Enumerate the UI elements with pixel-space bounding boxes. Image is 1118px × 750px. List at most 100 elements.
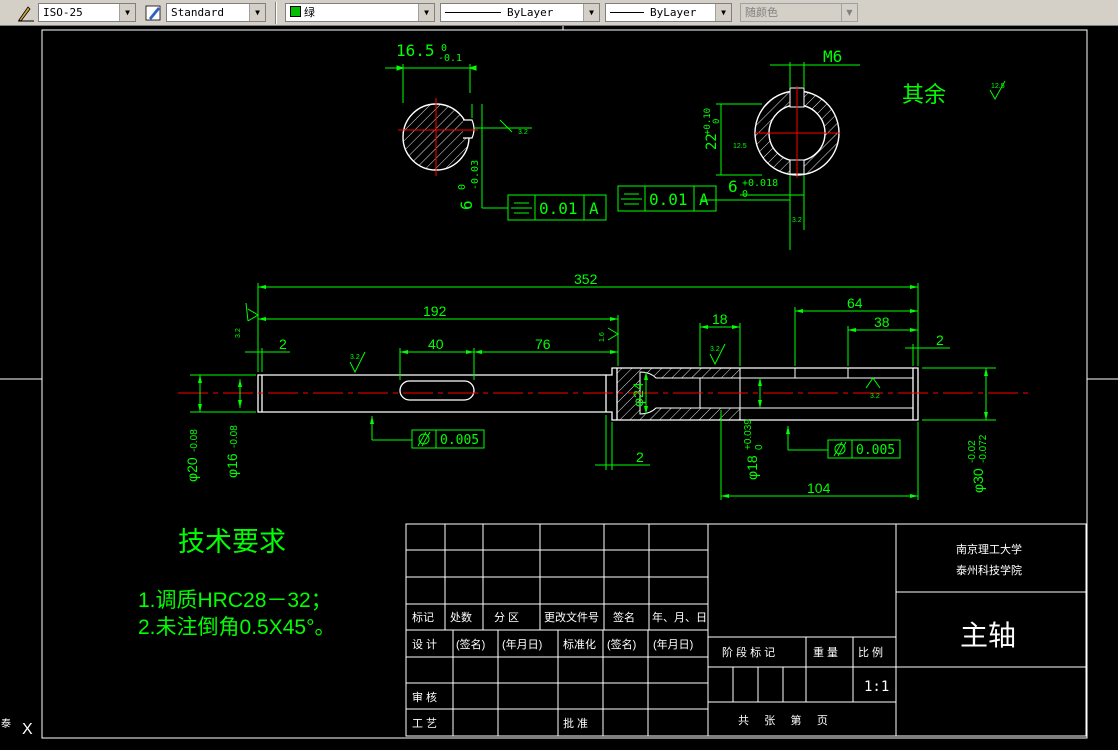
thread-label: M6 — [823, 47, 842, 66]
roughness-shaft-a: 3.2 — [235, 328, 242, 338]
dim-76: 76 — [535, 336, 551, 352]
requirement-1: 1.调质HRC28－32； — [138, 589, 332, 612]
dim-phi16-tol: -0.08 — [229, 425, 240, 448]
tb-date: 年、月、日 — [652, 610, 707, 624]
dim-keyway-depth-tol-up: 0 — [457, 184, 468, 190]
dim-phi20-tol: -0.08 — [189, 429, 200, 452]
roughness-shaft-e: 3.2 — [870, 393, 880, 400]
dim-keyway-depth: 6 — [457, 200, 476, 210]
dim-phi18-tol-low: 0 — [754, 444, 765, 450]
tb-standard: 标准化 — [563, 637, 596, 651]
tb-stage: 阶 段 标 记 — [722, 645, 775, 659]
dim-phi20: φ20 — [184, 457, 200, 482]
dim-phi30-tol-up: -0.02 — [967, 440, 978, 463]
lineweight-select[interactable]: ByLayer ▼ — [605, 3, 732, 22]
svg-text:A: A — [589, 199, 599, 218]
symmetry-frame-b: 0.01 A — [617, 185, 717, 212]
cylindricity-frame-2: 0.005 — [827, 439, 901, 459]
dim-keyway-width-b: 6 — [728, 177, 738, 196]
tb-approve: 批 准 — [563, 716, 588, 730]
linetype-preview-icon — [445, 12, 501, 13]
symmetry-icon — [621, 193, 642, 205]
dim-keyway-width-tol-low: -0.1 — [438, 53, 462, 64]
chevron-down-icon[interactable]: ▼ — [119, 4, 135, 21]
dimension-style-icon[interactable] — [16, 3, 36, 23]
lineweight-preview-icon — [610, 12, 644, 13]
tb-part-name: 主轴 — [960, 620, 1016, 651]
chevron-down-icon[interactable]: ▼ — [418, 4, 434, 21]
roughness-shaft-c: 3.2 — [350, 354, 360, 361]
requirements-title: 技术要求 — [178, 527, 286, 557]
drawing-canvas[interactable]: X 泰 16.5 0 -0.1 6 0 -0.03 3.2 0.01 A M6 … — [0, 26, 1118, 750]
dim-phi30-tol-low: -0.072 — [978, 434, 989, 463]
textstyle-select[interactable]: Standard ▼ — [166, 3, 266, 22]
chevron-down-icon[interactable]: ▼ — [583, 4, 599, 21]
dim-192: 192 — [423, 303, 447, 319]
dim-phi18-tol-up: +0.039 — [743, 419, 754, 450]
tb-sheets: 共 张 第 页 — [738, 713, 828, 727]
svg-text:其余: 其余 — [902, 82, 946, 107]
plotstyle-select: 随颜色 ▼ — [740, 3, 858, 22]
chevron-down-icon[interactable]: ▼ — [715, 4, 731, 21]
tb-count: 处数 — [450, 611, 472, 624]
dim-18: 18 — [712, 311, 728, 327]
layer-select[interactable]: 绿 ▼ — [285, 3, 435, 22]
dim-38: 38 — [874, 314, 890, 330]
svg-text:0.01: 0.01 — [539, 199, 578, 218]
dim-phi24: φ24 — [630, 382, 646, 407]
cylindricity-frame-1: 0.005 — [411, 429, 485, 449]
tb-review: 审 核 — [412, 690, 437, 704]
chevron-down-icon[interactable]: ▼ — [249, 4, 265, 21]
tb-sign: 签名 — [613, 610, 635, 624]
tb-weight: 重 量 — [813, 645, 838, 659]
rest-roughness: 其余 12.5 — [902, 80, 1006, 107]
cylindricity-icon — [833, 441, 847, 457]
ucs-label: 泰 — [1, 717, 11, 730]
ucs-x-icon: X — [22, 721, 33, 738]
dim-2-left: 2 — [279, 336, 287, 352]
chevron-down-icon: ▼ — [841, 4, 857, 21]
tb-scale-value: 1:1 — [864, 679, 889, 695]
symmetry-icon — [511, 202, 532, 214]
section-b[interactable]: M6 22 +0.10 0 6 +0.018 0 12.5 3.2 0.01 A — [617, 47, 860, 250]
dim-keyway-depth-tol-low: -0.03 — [470, 160, 481, 190]
tb-standard-sign: (签名) — [607, 637, 636, 651]
svg-text:0.005: 0.005 — [856, 443, 895, 458]
linetype-select[interactable]: ByLayer ▼ — [440, 3, 600, 22]
cylindricity-icon — [417, 431, 431, 447]
dim-64: 64 — [847, 295, 863, 311]
dim-phi18: φ18 — [744, 455, 760, 480]
dim-104: 104 — [807, 480, 831, 496]
dim-keyway-width-b-tol-up: +0.018 — [742, 178, 778, 189]
tb-process: 工 艺 — [412, 717, 437, 730]
symmetry-frame-a: 0.01 A — [507, 194, 607, 221]
dim-2-right: 2 — [936, 332, 944, 348]
tb-design-date: (年月日) — [502, 637, 542, 651]
dim-phi30: φ30 — [970, 468, 986, 493]
dim-keyway-width-b-tol-low: 0 — [742, 189, 748, 200]
dim-phi16: φ16 — [224, 453, 240, 478]
dim-keyway-width: 16.5 — [396, 41, 435, 60]
title-block[interactable]: 标记 处数 分 区 更改文件号 签名 年、月、日 设 计 (签名) (年月日) … — [405, 523, 1087, 737]
dimstyle-select[interactable]: ISO-25 ▼ — [38, 3, 136, 22]
text-style-icon[interactable] — [144, 3, 164, 23]
tb-scale: 比 例 — [858, 645, 883, 659]
tb-school-1: 南京理工大学 — [956, 542, 1022, 556]
tb-school-2: 泰州科技学院 — [956, 563, 1022, 577]
svg-text:0.01: 0.01 — [649, 190, 688, 209]
shaft-main-view[interactable]: 3.2 1.6 3.2 3.2 3.2 352 192 64 38 18 40 … — [178, 271, 1032, 500]
tb-zone: 分 区 — [494, 611, 519, 624]
roughness-b-value: 12.5 — [733, 143, 747, 150]
color-swatch-icon — [290, 6, 301, 17]
tb-design: 设 计 — [412, 638, 437, 651]
properties-toolbar: ISO-25 ▼ Standard ▼ 绿 ▼ ByLayer ▼ ByLayer ▼ 随… — [0, 0, 1118, 26]
dim-height-tol-low: 0 — [712, 119, 722, 124]
dim-40: 40 — [428, 336, 444, 352]
tb-doc-no: 更改文件号 — [544, 610, 599, 624]
svg-text:0.005: 0.005 — [440, 433, 479, 448]
section-a[interactable]: 16.5 0 -0.1 6 0 -0.03 3.2 0.01 A — [385, 41, 607, 221]
svg-text:A: A — [699, 190, 709, 209]
dim-total-length: 352 — [574, 271, 598, 287]
requirement-2: 2.未注倒角0.5X45°。 — [138, 616, 335, 639]
tb-mark: 标记 — [412, 610, 434, 624]
